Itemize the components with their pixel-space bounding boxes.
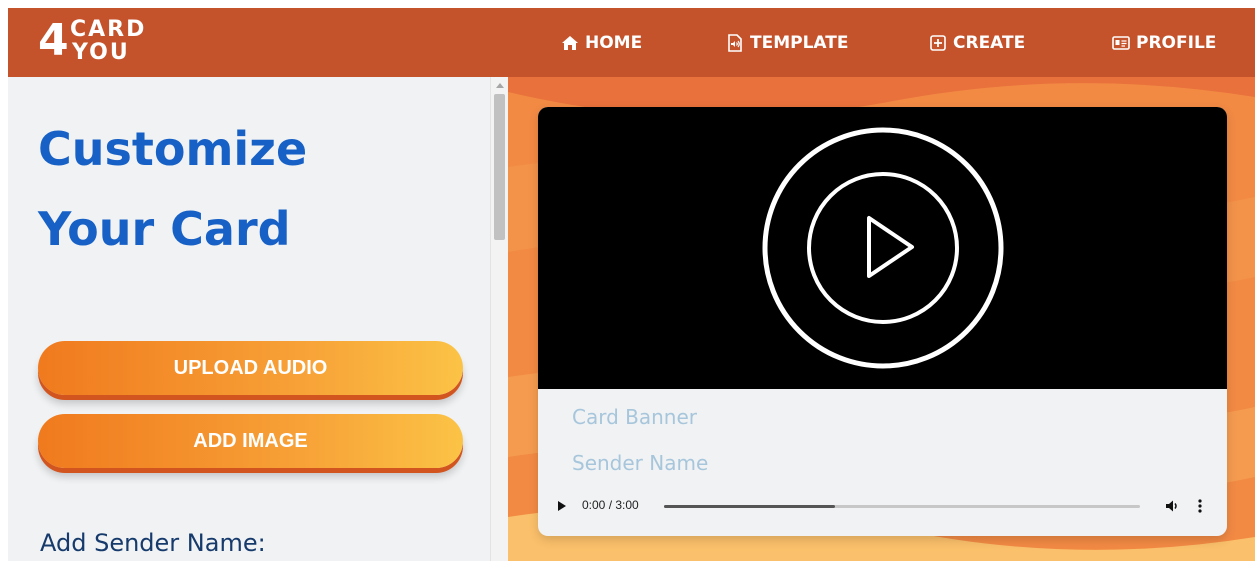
nav-template[interactable]: TEMPLATE [726, 30, 848, 56]
top-strip [0, 0, 1255, 8]
audio-play-icon[interactable] [558, 501, 566, 511]
audio-file-icon [726, 34, 744, 52]
upload-audio-button[interactable]: UPLOAD AUDIO [38, 341, 463, 395]
audio-progress-bar[interactable] [664, 505, 1140, 508]
scroll-thumb[interactable] [494, 94, 505, 240]
id-card-icon [1112, 34, 1130, 52]
audio-player: 0:00 / 3:00 [550, 489, 1215, 523]
page-title-line-2: Your Card [38, 202, 291, 256]
editor-panel: Customize Your Card UPLOAD AUDIO ADD IMA… [8, 77, 490, 561]
navbar: 4 CARD YOU HOME TEMPLATE CREATE PROFILE [8, 8, 1255, 77]
nav-create-label: CREATE [953, 33, 1026, 53]
nav-profile[interactable]: PROFILE [1112, 30, 1216, 56]
play-video-icon[interactable] [538, 107, 1227, 389]
volume-icon[interactable] [1164, 498, 1180, 514]
nav-home-label: HOME [585, 33, 643, 53]
logo-line-2: YOU [72, 40, 130, 65]
nav-template-label: TEMPLATE [750, 33, 849, 53]
more-options-icon[interactable] [1196, 497, 1204, 515]
nav-profile-label: PROFILE [1136, 33, 1217, 53]
plus-square-icon [929, 34, 947, 52]
nav-create[interactable]: CREATE [929, 30, 1025, 56]
sender-name-text: Sender Name [572, 451, 709, 475]
card-preview: Card Banner Sender Name 0:00 / 3:00 [538, 107, 1227, 536]
video-player[interactable] [538, 107, 1227, 389]
page-title-line-1: Customize [38, 122, 308, 176]
home-icon [561, 34, 579, 52]
add-image-button[interactable]: ADD IMAGE [38, 414, 463, 468]
sender-name-label: Add Sender Name: [40, 529, 266, 557]
logo-number: 4 [38, 15, 69, 66]
preview-panel: Card Banner Sender Name 0:00 / 3:00 [508, 77, 1255, 561]
audio-time: 0:00 / 3:00 [582, 498, 639, 512]
nav-home[interactable]: HOME [561, 30, 642, 56]
card-banner-text: Card Banner [572, 405, 697, 429]
scroll-up-arrow[interactable] [496, 83, 504, 88]
logo-line-1: CARD [70, 17, 147, 42]
editor-scrollbar[interactable] [490, 77, 508, 561]
audio-progress-fill [664, 505, 836, 508]
logo[interactable]: 4 CARD YOU [38, 14, 188, 70]
